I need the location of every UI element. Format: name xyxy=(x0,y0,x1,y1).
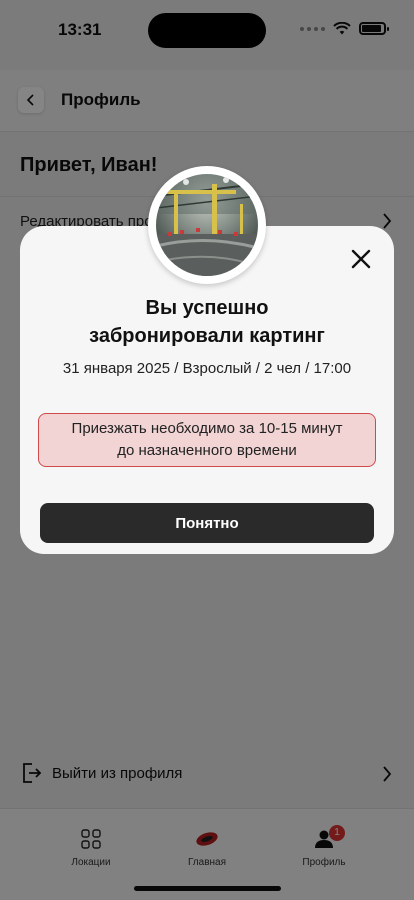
arrival-notice: Приезжать необходимо за 10-15 минут до н… xyxy=(38,413,376,467)
modal-title: Вы успешно забронировали картинг xyxy=(20,294,394,350)
modal-title-line: Вы успешно xyxy=(145,297,269,319)
notice-line: до назначенного времени xyxy=(117,442,297,459)
track-photo xyxy=(148,166,266,284)
ok-button[interactable]: Понятно xyxy=(40,503,374,543)
modal-title-line: забронировали картинг xyxy=(89,325,325,347)
notice-line: Приезжать необходимо за 10-15 минут xyxy=(71,420,343,437)
close-icon[interactable] xyxy=(350,248,372,270)
booking-details: 31 января 2025 / Взрослый / 2 чел / 17:0… xyxy=(62,360,352,377)
dynamic-island xyxy=(148,13,266,48)
